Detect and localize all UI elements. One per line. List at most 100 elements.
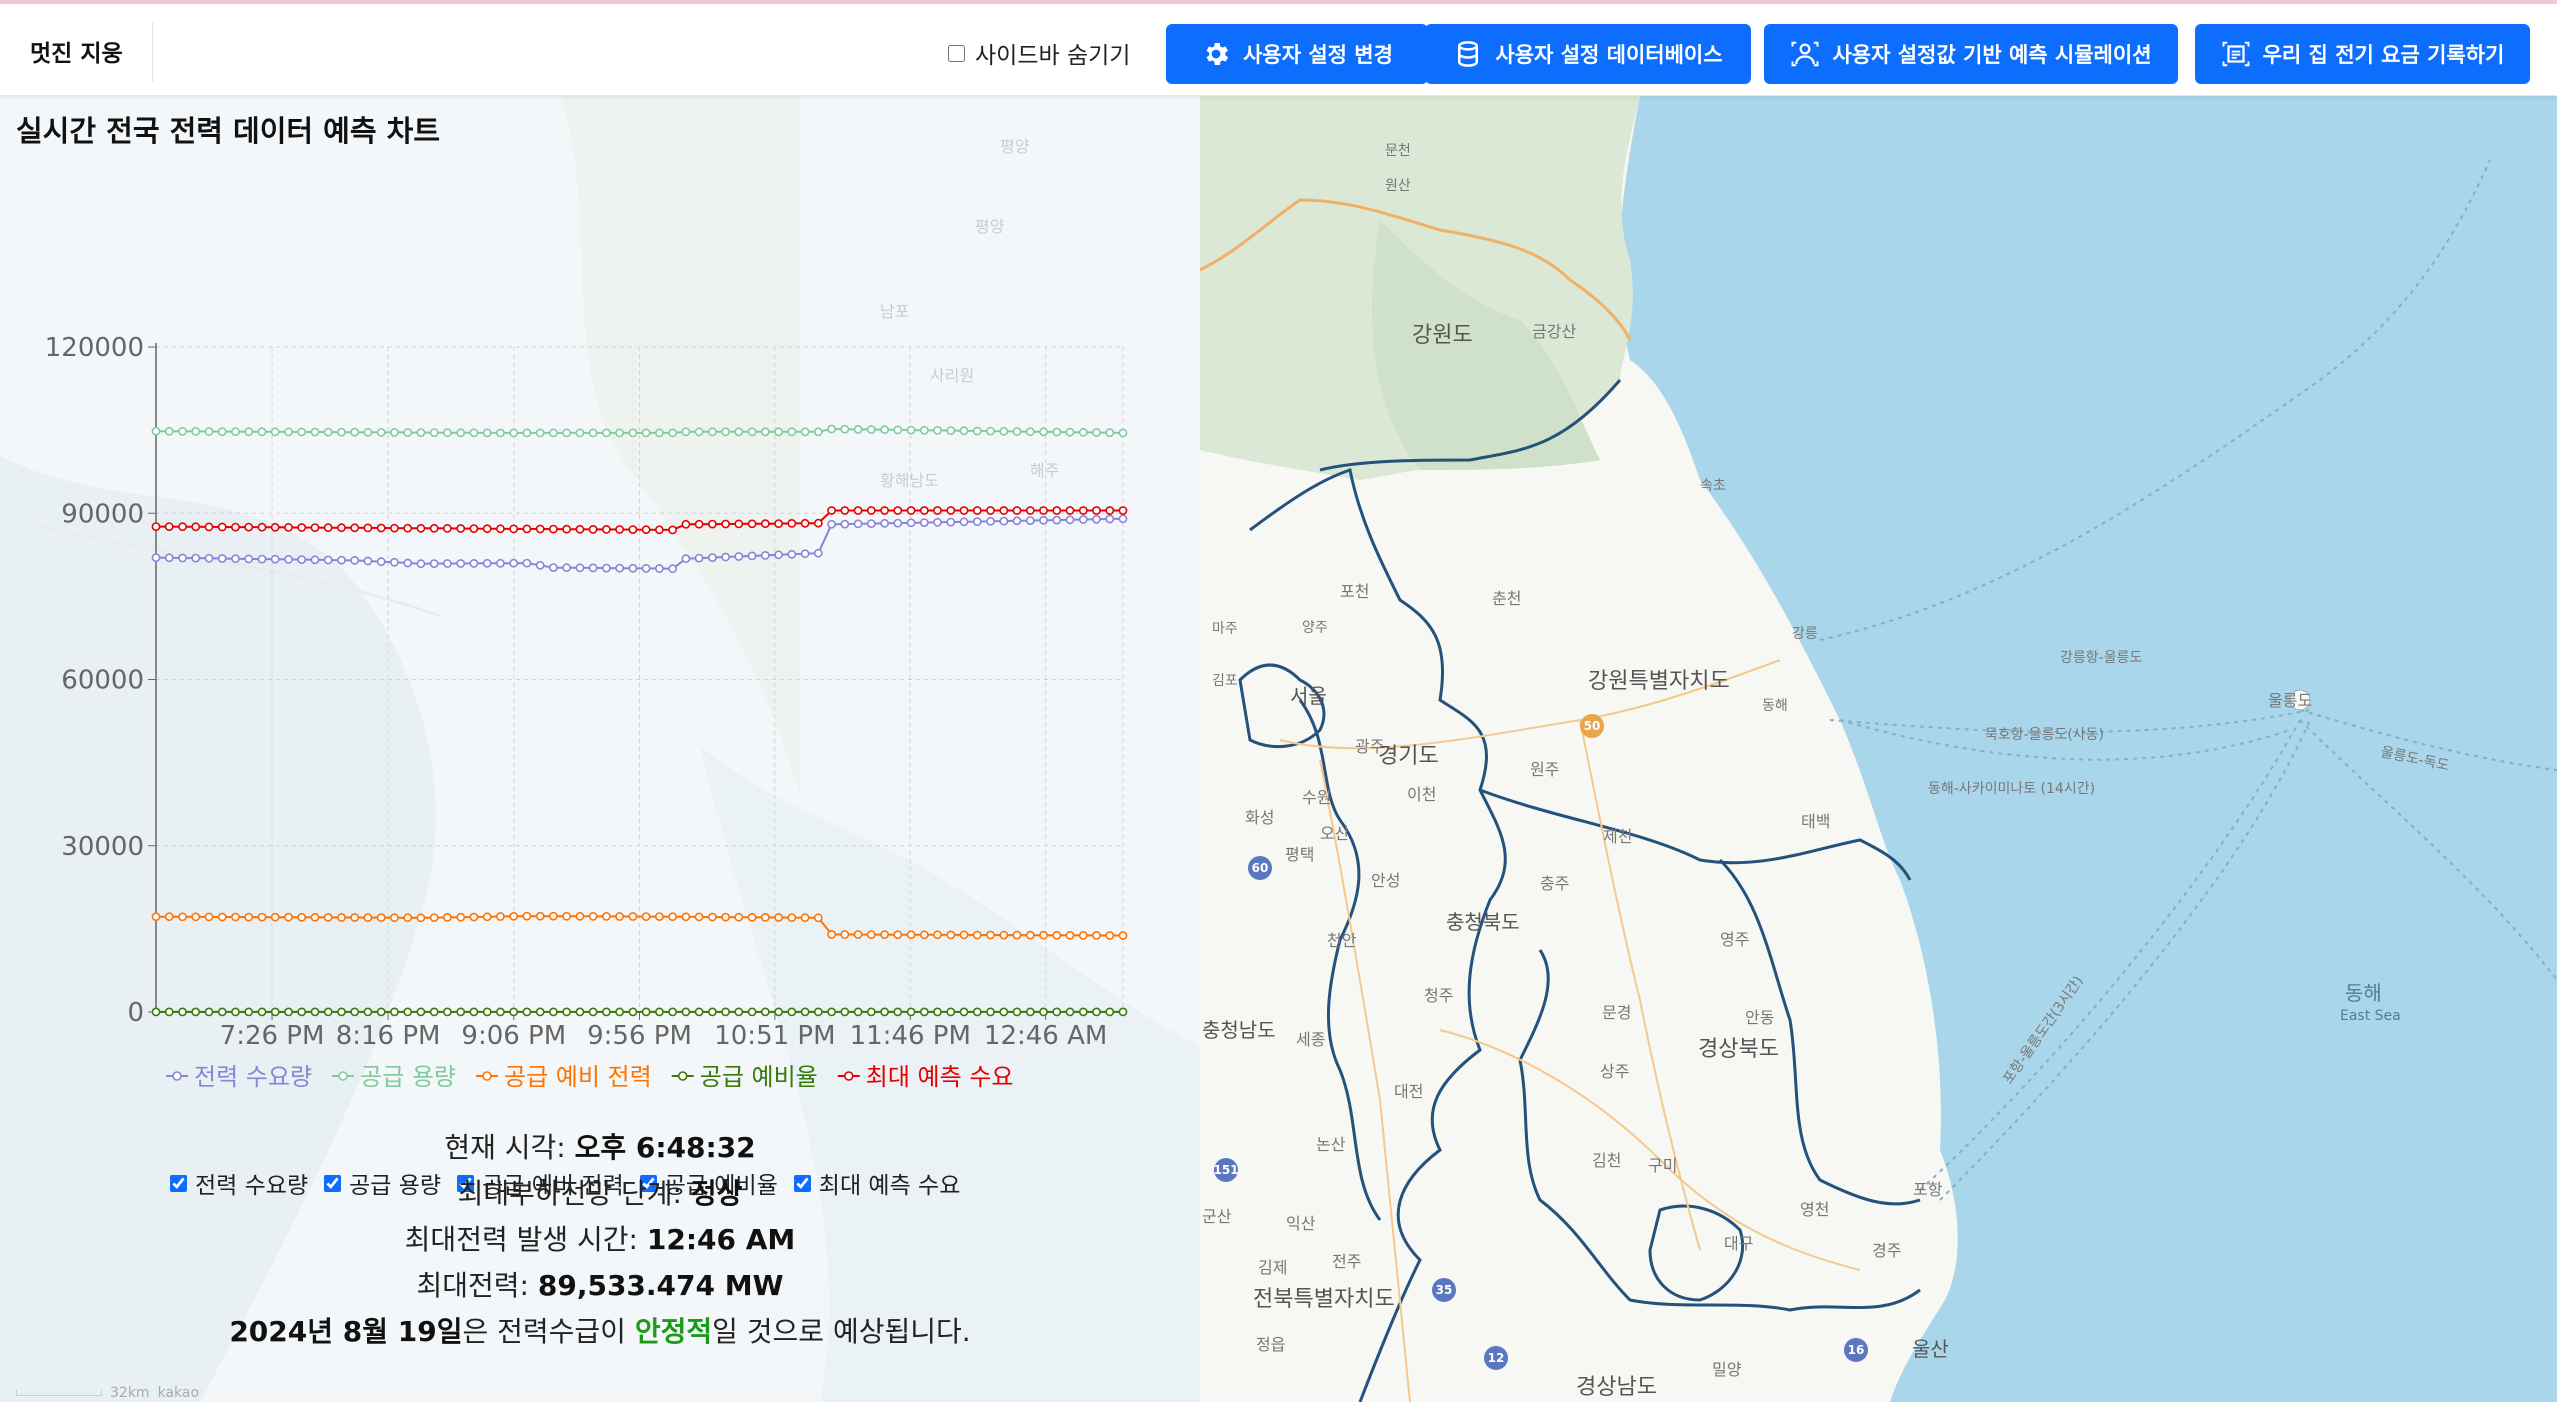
data-point xyxy=(456,524,466,533)
data-point xyxy=(946,517,956,527)
data-point xyxy=(1118,1007,1128,1017)
data-point xyxy=(376,523,386,533)
data-point xyxy=(880,1007,889,1017)
data-point xyxy=(959,930,969,940)
data-point xyxy=(655,525,664,535)
data-point xyxy=(495,1007,505,1017)
data-point xyxy=(919,1007,929,1017)
data-point xyxy=(708,1007,717,1017)
sidebar-toggle[interactable]: 사이드바 숨기기 xyxy=(948,36,1130,70)
data-point xyxy=(787,549,797,559)
electricity-bill-record-button[interactable]: 우리 집 전기 요금 기록하기 xyxy=(2195,24,2530,84)
data-point xyxy=(509,911,519,921)
data-point xyxy=(403,523,413,533)
data-point xyxy=(284,554,293,564)
data-point xyxy=(337,427,346,437)
peak-power-value: 89,533.474 MW xyxy=(537,1269,784,1302)
prediction-simulation-button[interactable]: 사용자 설정값 기반 예측 시뮬레이션 xyxy=(1764,24,2178,84)
legend-label-1: 공급 용량 xyxy=(360,1063,456,1091)
data-point xyxy=(495,524,505,534)
brand-divider xyxy=(152,22,153,82)
data-point xyxy=(1092,506,1101,515)
data-point xyxy=(1078,515,1088,524)
data-point xyxy=(959,1007,969,1017)
map-label: 경상남도 xyxy=(1576,1375,1657,1400)
data-point xyxy=(615,1007,624,1017)
data-point xyxy=(694,519,704,529)
data-point xyxy=(628,428,638,438)
data-point xyxy=(721,1007,730,1017)
gear-icon xyxy=(1206,43,1229,65)
user-settings-database-button[interactable]: 사용자 설정 데이터베이스 xyxy=(1425,24,1751,84)
data-point xyxy=(800,549,810,559)
sidebar-toggle-checkbox[interactable] xyxy=(948,44,965,62)
data-point xyxy=(774,913,783,922)
data-point xyxy=(800,1007,810,1017)
data-point xyxy=(972,1007,982,1017)
data-point xyxy=(562,563,571,573)
data-point xyxy=(151,522,161,531)
data-point xyxy=(946,930,956,940)
map-canvas[interactable]: 50 60 151 35 12 16 문천원산강원도 금강산속초포천 춘천양주 마주김… xyxy=(1200,96,2557,1402)
data-point xyxy=(403,1007,413,1017)
data-point xyxy=(813,427,823,437)
x-tick-label: 11:46 PM xyxy=(850,1021,971,1051)
legend-marker-0 xyxy=(172,1071,182,1081)
data-point xyxy=(217,427,227,436)
data-point xyxy=(1092,514,1101,524)
data-point xyxy=(641,1007,651,1017)
data-point xyxy=(641,563,651,573)
data-point xyxy=(946,506,956,515)
data-point xyxy=(1078,427,1088,437)
map-label: 동해-사카이미나토 (14시간) xyxy=(1928,781,2095,797)
data-point xyxy=(933,517,942,527)
data-point xyxy=(178,522,187,532)
korea-map[interactable]: 50 60 151 35 12 16 문천 원산 강원도 금강산 속초 포천 춘천 양주 마주 김… xyxy=(1200,96,2557,1402)
data-point xyxy=(323,555,333,565)
road-shield-151: 151 xyxy=(1213,1163,1238,1177)
data-point xyxy=(813,913,823,923)
map-label: 영주 xyxy=(1720,930,1749,949)
map-label: 강원특별자치도 xyxy=(1588,669,1730,694)
data-point xyxy=(482,558,492,568)
data-point xyxy=(442,428,452,438)
data-point xyxy=(535,428,545,438)
data-point xyxy=(655,912,664,921)
map-label: 군산 xyxy=(1202,1207,1232,1226)
data-point xyxy=(866,519,876,528)
data-point xyxy=(1092,428,1101,437)
data-point xyxy=(827,930,836,939)
data-point xyxy=(694,553,704,563)
data-point xyxy=(668,525,677,535)
data-point xyxy=(999,506,1009,515)
map-label: 천안 xyxy=(1327,931,1357,950)
data-point xyxy=(575,563,585,573)
data-point xyxy=(1012,516,1022,526)
data-point xyxy=(999,426,1009,436)
data-point xyxy=(827,519,836,529)
data-point xyxy=(588,524,598,534)
electricity-bill-record-label: 우리 집 전기 요금 기록하기 xyxy=(2262,43,2505,67)
data-point xyxy=(363,427,373,437)
data-point xyxy=(615,563,624,573)
data-point xyxy=(562,911,571,921)
data-point xyxy=(906,518,916,528)
map-label: 강릉 xyxy=(1792,626,1818,642)
data-point xyxy=(1092,1007,1101,1017)
peak-time-label: 최대전력 발생 시간: xyxy=(404,1223,647,1256)
data-point xyxy=(760,1007,770,1017)
data-point xyxy=(721,912,730,922)
data-point xyxy=(456,1007,466,1017)
data-point xyxy=(164,553,174,563)
brand-title[interactable]: 멋진 지웅 xyxy=(30,34,123,68)
data-point xyxy=(350,427,360,437)
data-point xyxy=(1039,427,1048,437)
map-label: 대전 xyxy=(1394,1082,1423,1101)
data-point xyxy=(231,554,240,564)
map-label: 충청남도 xyxy=(1202,1018,1276,1042)
user-settings-change-button[interactable]: 사용자 설정 변경 xyxy=(1166,24,1428,84)
data-point xyxy=(840,1007,850,1017)
data-point xyxy=(774,427,783,437)
road-shield-60: 60 xyxy=(1252,861,1269,875)
sea-label-en: East Sea xyxy=(2340,1008,2401,1024)
